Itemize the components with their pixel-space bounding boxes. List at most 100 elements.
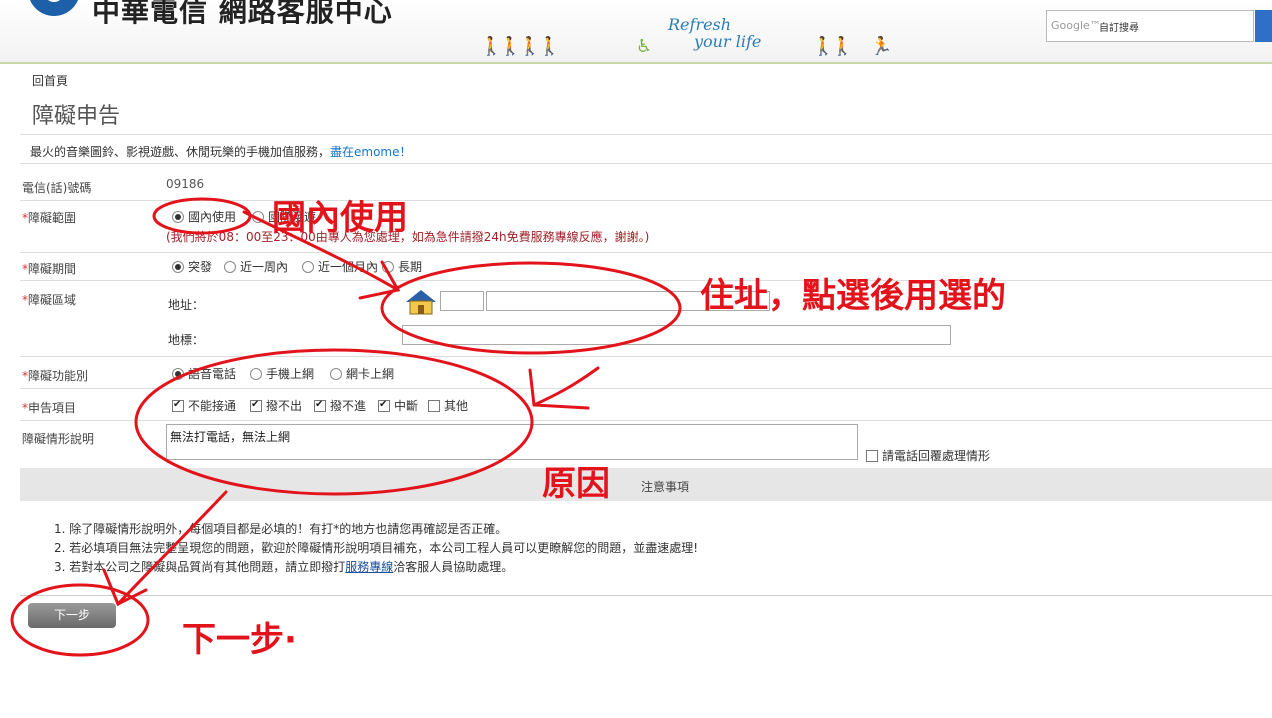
wheelchair-illustration-icon: ♿ bbox=[636, 36, 652, 57]
function-label-text: 障礙功能別 bbox=[28, 369, 89, 383]
scope-option-label: 國內使用 bbox=[188, 210, 237, 224]
period-option-label: 近一個月內 bbox=[318, 260, 379, 274]
annotation-domestic-text: 國內使用 bbox=[272, 198, 408, 238]
period-option-week[interactable]: 近一周內 bbox=[224, 258, 288, 275]
scope-label: *障礙範圍 bbox=[22, 209, 76, 226]
notice-item-3-prefix: 3. 若對本公司之障礙與品質尚有其他問題，請立即撥打 bbox=[54, 560, 346, 574]
refresh-slogan: Refresh your life bbox=[668, 16, 761, 50]
service-hotline-link[interactable]: 服務專線 bbox=[345, 560, 393, 574]
radio-icon[interactable] bbox=[250, 368, 262, 380]
description-textarea[interactable]: 無法打電話，無法上網 bbox=[166, 424, 858, 460]
notice-header-bar: 注意事項 bbox=[20, 468, 1272, 501]
landmark-label: 地標： bbox=[168, 333, 205, 347]
skater-illustration-icon: 🏃 bbox=[870, 36, 892, 57]
scope-option-domestic[interactable]: 國內使用 bbox=[172, 208, 236, 225]
landmark-input[interactable] bbox=[402, 325, 951, 345]
item-option-cannot-connect[interactable]: 不能接通 bbox=[172, 397, 236, 414]
item-option-label: 撥不出 bbox=[266, 399, 303, 413]
period-option-sudden[interactable]: 突發 bbox=[172, 258, 212, 275]
function-option-voice[interactable]: 語音電話 bbox=[172, 365, 236, 382]
item-option-disconnect[interactable]: 中斷 bbox=[378, 397, 418, 414]
checkbox-icon[interactable] bbox=[314, 400, 326, 412]
function-option-label: 語音電話 bbox=[188, 367, 237, 381]
callback-label: 請電話回覆處理情形 bbox=[882, 449, 991, 463]
radio-icon[interactable] bbox=[382, 261, 394, 273]
description-label: 障礙情形說明 bbox=[22, 432, 95, 446]
period-option-long[interactable]: 長期 bbox=[382, 258, 422, 275]
checkbox-icon[interactable] bbox=[250, 400, 262, 412]
items-label-text: 申告項目 bbox=[28, 401, 77, 415]
period-label-text: 障礙期間 bbox=[28, 262, 77, 276]
item-option-label: 中斷 bbox=[394, 399, 419, 413]
breadcrumb-home-link[interactable]: 回首頁 bbox=[32, 72, 68, 89]
item-option-label: 其他 bbox=[444, 399, 469, 413]
radio-icon[interactable] bbox=[302, 261, 314, 273]
search-button[interactable] bbox=[1255, 10, 1272, 42]
period-label: *障礙期間 bbox=[22, 260, 76, 277]
radio-icon[interactable] bbox=[172, 368, 184, 380]
promo-message: 最火的音樂圖鈴、影視遊戲、休閒玩樂的手機加值服務， bbox=[30, 145, 331, 159]
function-option-label: 手機上網 bbox=[266, 367, 315, 381]
google-brand: Google™ bbox=[1051, 19, 1101, 32]
notice-title: 注意事項 bbox=[641, 480, 690, 494]
item-option-other[interactable]: 其他 bbox=[428, 397, 468, 414]
period-option-label: 長期 bbox=[398, 260, 423, 274]
area-label-text: 障礙區域 bbox=[28, 293, 77, 307]
house-icon[interactable] bbox=[404, 289, 438, 315]
scope-label-text: 障礙範圍 bbox=[28, 211, 77, 225]
period-option-label: 突發 bbox=[188, 260, 213, 274]
family-illustration-icon: 🚶🚶 bbox=[812, 36, 854, 57]
notice-item: 3. 若對本公司之障礙與品質尚有其他問題，請立即撥打服務專線洽客服人員協助處理。 bbox=[54, 558, 698, 577]
callback-option[interactable]: 請電話回覆處理情形 bbox=[866, 447, 990, 464]
promo-bar: 最火的音樂圖鈴、影視遊戲、休閒玩樂的手機加值服務，盡在emome！ bbox=[20, 134, 1272, 164]
slogan-line-2: your life bbox=[694, 32, 762, 51]
zipcode-input[interactable] bbox=[440, 291, 484, 311]
items-row: *申告項目 不能接通 撥不出 撥不進 中斷 其他 bbox=[20, 388, 1272, 421]
people-illustration-icon: 🚶🚶🚶🚶 bbox=[480, 36, 561, 57]
checkbox-icon[interactable] bbox=[866, 450, 878, 462]
checkbox-icon[interactable] bbox=[378, 400, 390, 412]
search-input[interactable]: Google™ 自訂搜尋 bbox=[1046, 10, 1254, 42]
cht-logo-icon[interactable] bbox=[28, 0, 80, 16]
period-option-month[interactable]: 近一個月內 bbox=[302, 258, 378, 275]
phone-row: 電信(話)號碼 09186 bbox=[20, 172, 1272, 201]
next-step-button[interactable]: 下一步 bbox=[28, 603, 116, 628]
function-row: *障礙功能別 語音電話 手機上網 網卡上網 bbox=[20, 356, 1272, 389]
annotation-reason-text: 原因 bbox=[542, 464, 610, 504]
radio-icon[interactable] bbox=[224, 261, 236, 273]
notice-list: 1. 除了障礙情形說明外，每個項目都是必填的！有打*的地方也請您再確認是否正確。… bbox=[54, 520, 698, 577]
site-logo-text[interactable]: 中華電信 網路客服中心 bbox=[92, 0, 393, 30]
address-label: 地址： bbox=[168, 298, 205, 312]
radio-icon[interactable] bbox=[172, 261, 184, 273]
function-label: *障礙功能別 bbox=[22, 367, 88, 384]
scope-row: *障礙範圍 國內使用 國際漫遊 bbox=[20, 200, 1272, 253]
page-title: 障礙申告 bbox=[32, 104, 121, 129]
site-header: 中華電信 網路客服中心 🚶🚶🚶🚶 Refresh your life ♿ 🚶🚶 … bbox=[0, 0, 1272, 64]
item-option-cannot-dial-out[interactable]: 撥不出 bbox=[250, 397, 302, 414]
notice-item-3-suffix: 洽客服人員協助處理。 bbox=[393, 560, 514, 574]
annotation-address-text: 住址，點選後用選的 bbox=[700, 276, 1006, 316]
item-option-cannot-receive[interactable]: 撥不進 bbox=[314, 397, 366, 414]
radio-icon[interactable] bbox=[330, 368, 342, 380]
radio-icon[interactable] bbox=[172, 211, 184, 223]
item-option-label: 不能接通 bbox=[188, 399, 237, 413]
emome-link[interactable]: 盡在emome！ bbox=[330, 145, 412, 159]
notice-item: 1. 除了障礙情形說明外，每個項目都是必填的！有打*的地方也請您再確認是否正確。 bbox=[54, 522, 508, 536]
annotation-next-text: 下一步· bbox=[182, 620, 297, 660]
area-label: *障礙區域 bbox=[22, 291, 76, 308]
phone-value: 09186 bbox=[166, 177, 205, 191]
function-option-card-web[interactable]: 網卡上網 bbox=[330, 365, 394, 382]
item-option-label: 撥不進 bbox=[330, 399, 367, 413]
promo-text: 最火的音樂圖鈴、影視遊戲、休閒玩樂的手機加值服務，盡在emome！ bbox=[30, 143, 412, 160]
radio-icon[interactable] bbox=[252, 211, 264, 223]
checkbox-icon[interactable] bbox=[428, 400, 440, 412]
search-placeholder: 自訂搜尋 bbox=[1099, 23, 1139, 34]
function-option-label: 網卡上網 bbox=[346, 367, 395, 381]
phone-label: 電信(話)號碼 bbox=[22, 181, 92, 195]
period-option-label: 近一周內 bbox=[240, 260, 289, 274]
function-option-mobile-web[interactable]: 手機上網 bbox=[250, 365, 314, 382]
notice-item: 2. 若必填項目無法完整呈現您的問題，歡迎於障礙情形說明項目補充，本公司工程人員… bbox=[54, 541, 699, 555]
period-row: *障礙期間 突發 近一周內 近一個月內 長期 bbox=[20, 252, 1272, 281]
checkbox-icon[interactable] bbox=[172, 400, 184, 412]
divider bbox=[20, 595, 1272, 596]
